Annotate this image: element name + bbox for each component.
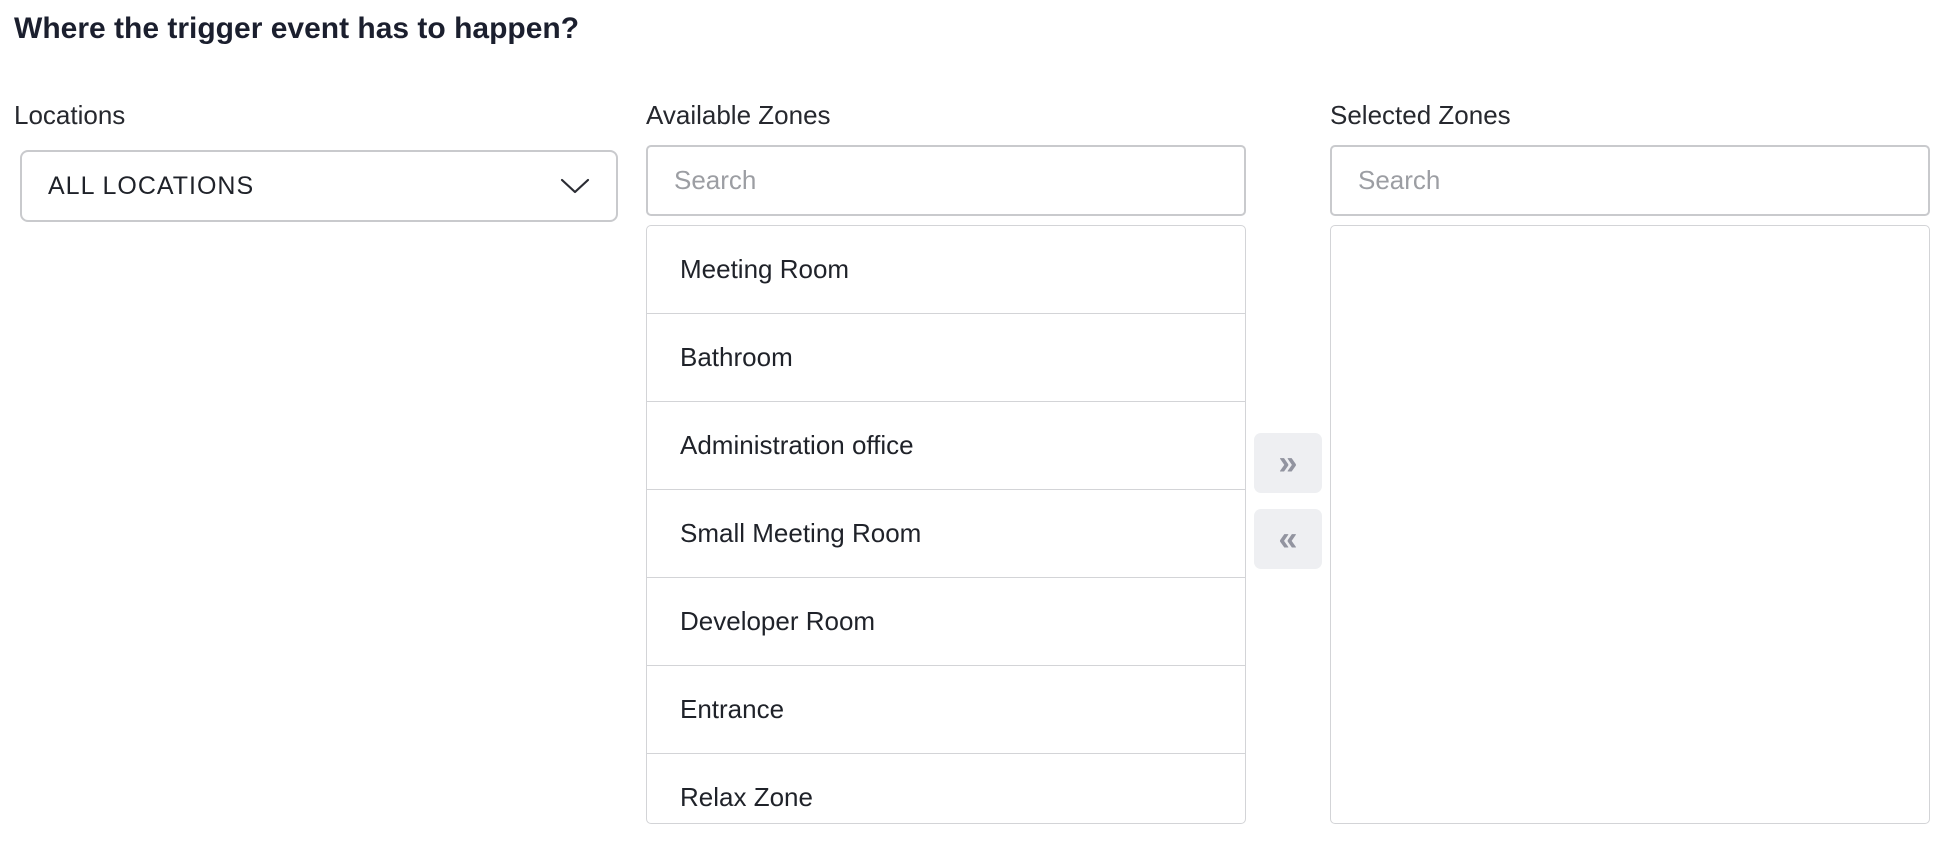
available-zones-list[interactable]: Meeting Room Bathroom Administration off… <box>646 225 1246 824</box>
selected-zones-search-input[interactable] <box>1330 145 1930 216</box>
chevron-down-icon <box>560 176 590 196</box>
page-heading: Where the trigger event has to happen? <box>14 12 580 45</box>
selected-zones-list[interactable] <box>1330 225 1930 824</box>
list-item[interactable]: Small Meeting Room <box>647 490 1245 578</box>
list-item[interactable]: Meeting Room <box>647 226 1245 314</box>
list-item[interactable]: Administration office <box>647 402 1245 490</box>
locations-dropdown-value: ALL LOCATIONS <box>48 171 255 200</box>
list-item[interactable]: Bathroom <box>647 314 1245 402</box>
locations-dropdown[interactable]: ALL LOCATIONS <box>20 150 618 222</box>
locations-label: Locations <box>14 100 126 130</box>
selected-zones-label: Selected Zones <box>1330 100 1511 130</box>
available-zones-label: Available Zones <box>646 100 831 130</box>
list-item[interactable]: Relax Zone <box>647 754 1245 823</box>
list-item[interactable]: Developer Room <box>647 578 1245 666</box>
move-left-button[interactable]: « <box>1254 509 1322 569</box>
available-zones-search-input[interactable] <box>646 145 1246 216</box>
move-right-button[interactable]: » <box>1254 433 1322 493</box>
list-item[interactable]: Entrance <box>647 666 1245 754</box>
